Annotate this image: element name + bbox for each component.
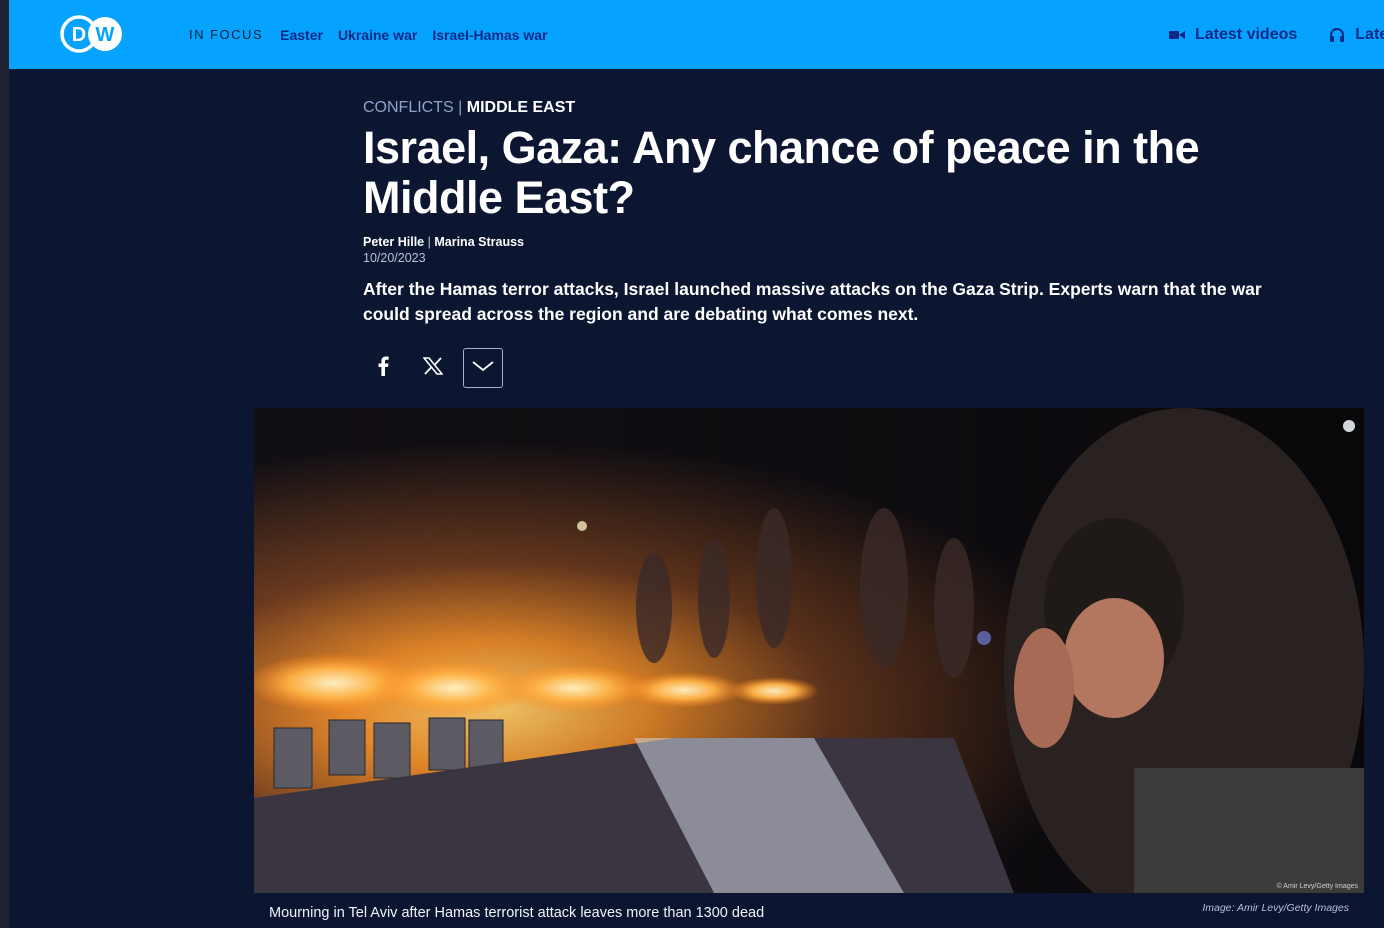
top-navigation-bar: D W IN FOCUS Easter Ukraine war Israel-H… xyxy=(9,0,1384,69)
latest-audio-link[interactable]: Latest audio xyxy=(1355,26,1384,44)
dw-logo[interactable]: D W xyxy=(60,15,124,53)
article-title: Israel, Gaza: Any chance of peace in the… xyxy=(363,122,1200,223)
in-focus-nav: IN FOCUS Easter Ukraine war Israel-Hamas… xyxy=(189,0,548,69)
image-credit: Image: Amir Levy/Getty Images xyxy=(1202,902,1349,914)
in-focus-label: IN FOCUS xyxy=(189,27,264,42)
x-icon xyxy=(422,356,444,380)
author-link-2[interactable]: Marina Strauss xyxy=(434,235,524,249)
photo-watermark-credit: © Amir Levy/Getty Images xyxy=(1276,883,1358,890)
focus-link-israel-hamas-war[interactable]: Israel-Hamas war xyxy=(432,27,547,43)
share-bar xyxy=(363,348,503,388)
latest-videos-link[interactable]: Latest videos xyxy=(1195,26,1297,44)
image-caption-bar: Mourning in Tel Aviv after Hamas terrori… xyxy=(254,893,1364,928)
focus-link-ukraine-war[interactable]: Ukraine war xyxy=(338,27,417,43)
x-share-button[interactable] xyxy=(413,348,453,388)
svg-text:D: D xyxy=(72,24,86,46)
video-camera-icon xyxy=(1169,30,1185,40)
author-line: Peter Hille | Marina Strauss xyxy=(363,235,524,249)
svg-text:W: W xyxy=(96,24,115,46)
left-edge-strip xyxy=(0,0,9,928)
more-share-options-button[interactable] xyxy=(463,348,503,388)
chevron-down-icon xyxy=(472,359,494,377)
author-link-1[interactable]: Peter Hille xyxy=(363,235,424,249)
author-separator: | xyxy=(427,235,431,249)
breadcrumb-separator: | xyxy=(458,99,463,116)
publish-date: 10/20/2023 xyxy=(363,251,426,265)
subcategory-link[interactable]: MIDDLE EAST xyxy=(467,99,575,116)
article-teaser: After the Hamas terror attacks, Israel l… xyxy=(363,279,1262,324)
headphones-icon xyxy=(1329,27,1345,42)
image-caption: Mourning in Tel Aviv after Hamas terrori… xyxy=(269,905,765,921)
article-hero-figure: © Amir Levy/Getty Images Mourning in Tel… xyxy=(254,408,1364,928)
facebook-share-button[interactable] xyxy=(363,348,403,388)
breadcrumb: CONFLICTS | MIDDLE EAST xyxy=(363,99,575,117)
facebook-icon xyxy=(377,356,389,381)
category-link[interactable]: CONFLICTS xyxy=(363,99,454,116)
hero-photo[interactable]: © Amir Levy/Getty Images xyxy=(254,408,1364,893)
focus-link-easter[interactable]: Easter xyxy=(280,27,323,43)
media-links: Latest videos Latest audio xyxy=(1169,0,1384,69)
